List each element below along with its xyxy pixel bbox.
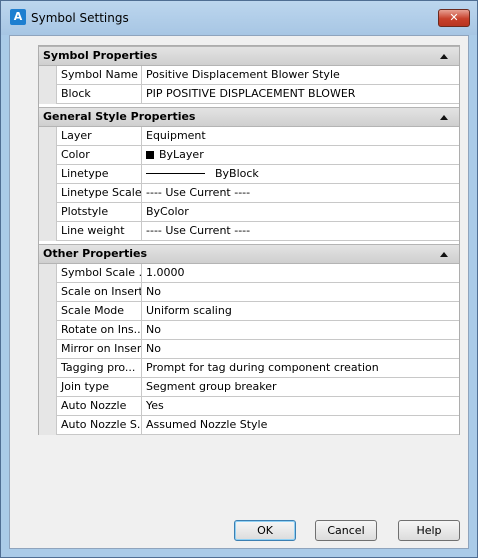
property-name: Linetype [56,165,142,184]
property-row-symbol-scale[interactable]: Symbol Scale ... 1.0000 [39,264,459,283]
close-button[interactable]: ✕ [438,9,470,27]
property-value[interactable]: Assumed Nozzle Style [143,416,457,435]
row-gutter [39,165,56,184]
property-name: Scale Mode [56,302,142,321]
property-name: Linetype Scale [56,184,142,203]
property-row-auto-nozzle[interactable]: Auto Nozzle Yes [39,397,459,416]
property-value[interactable]: Equipment [143,127,457,146]
property-name: Symbol Scale ... [56,264,142,283]
property-value[interactable]: 1.0000 [143,264,457,283]
property-name: Block [56,85,142,104]
collapse-arrow-icon[interactable] [440,252,448,257]
property-row-scale-mode[interactable]: Scale Mode Uniform scaling [39,302,459,321]
row-gutter [39,66,56,85]
property-name: Mirror on Insert [56,340,142,359]
linetype-value-text: ByBlock [215,167,259,180]
row-gutter [39,222,56,241]
row-gutter [39,85,56,104]
row-gutter [39,340,56,359]
property-value[interactable]: ---- Use Current ---- [143,184,457,203]
property-value[interactable]: No [143,321,457,340]
property-name: Color [56,146,142,165]
property-grid: Symbol Properties Symbol Name Positive D… [38,45,460,435]
property-name: Join type [56,378,142,397]
property-value[interactable]: ByBlock [143,165,457,184]
property-name: Rotate on Ins... [56,321,142,340]
property-row-auto-nozzle-style[interactable]: Auto Nozzle S... Assumed Nozzle Style [39,416,459,435]
row-gutter [39,302,56,321]
property-value[interactable]: Positive Displacement Blower Style [143,66,457,85]
property-value[interactable]: Yes [143,397,457,416]
property-row-join-type[interactable]: Join type Segment group breaker [39,378,459,397]
property-row-tagging[interactable]: Tagging pro... Prompt for tag during com… [39,359,459,378]
property-name: Plotstyle [56,203,142,222]
property-name: Tagging pro... [56,359,142,378]
symbol-settings-dialog: A Symbol Settings ✕ Symbol Properties Sy… [0,0,478,558]
property-row-plotstyle[interactable]: Plotstyle ByColor [39,203,459,222]
property-row-block[interactable]: Block PIP POSITIVE DISPLACEMENT BLOWER [39,85,459,104]
property-row-linetype[interactable]: Linetype ByBlock [39,165,459,184]
category-title: Other Properties [43,247,147,260]
property-name: Auto Nozzle [56,397,142,416]
property-row-layer[interactable]: Layer Equipment [39,127,459,146]
row-gutter [39,146,56,165]
property-value[interactable]: ---- Use Current ---- [143,222,457,241]
property-row-symbol-name[interactable]: Symbol Name Positive Displacement Blower… [39,66,459,85]
color-value-text: ByLayer [159,148,204,161]
category-general-style-properties[interactable]: General Style Properties [39,107,459,127]
category-title: Symbol Properties [43,49,158,62]
property-value[interactable]: No [143,340,457,359]
property-row-linetype-scale[interactable]: Linetype Scale ---- Use Current ---- [39,184,459,203]
row-gutter [39,359,56,378]
property-value[interactable]: No [143,283,457,302]
property-value[interactable]: Segment group breaker [143,378,457,397]
ok-button[interactable]: OK [234,520,296,541]
autocad-a-icon: A [10,9,26,25]
property-value[interactable]: ByLayer [143,146,457,165]
row-gutter [39,321,56,340]
title-bar[interactable]: A Symbol Settings ✕ [1,1,477,35]
collapse-arrow-icon[interactable] [440,54,448,59]
property-name: Auto Nozzle S... [56,416,142,435]
row-gutter [39,378,56,397]
category-other-properties[interactable]: Other Properties [39,244,459,264]
property-name: Scale on Insert [56,283,142,302]
category-title: General Style Properties [43,110,196,123]
row-gutter [39,127,56,146]
cancel-button[interactable]: Cancel [315,520,377,541]
row-gutter [39,203,56,222]
property-value[interactable]: PIP POSITIVE DISPLACEMENT BLOWER [143,85,457,104]
property-name: Layer [56,127,142,146]
collapse-arrow-icon[interactable] [440,115,448,120]
property-row-rotate-on-insert[interactable]: Rotate on Ins... No [39,321,459,340]
row-gutter [39,184,56,203]
color-swatch-icon [146,151,154,159]
property-row-line-weight[interactable]: Line weight ---- Use Current ---- [39,222,459,241]
help-button[interactable]: Help [398,520,460,541]
property-row-scale-on-insert[interactable]: Scale on Insert No [39,283,459,302]
property-value[interactable]: Uniform scaling [143,302,457,321]
row-gutter [39,264,56,283]
property-row-mirror-on-insert[interactable]: Mirror on Insert No [39,340,459,359]
linetype-sample-icon [146,173,205,174]
property-value[interactable]: Prompt for tag during component creation [143,359,457,378]
property-row-color[interactable]: Color ByLayer [39,146,459,165]
row-gutter [39,397,56,416]
property-value[interactable]: ByColor [143,203,457,222]
category-symbol-properties[interactable]: Symbol Properties [39,46,459,66]
dialog-title: Symbol Settings [31,11,129,25]
row-gutter [39,283,56,302]
row-gutter [39,416,56,435]
property-name: Line weight [56,222,142,241]
property-name: Symbol Name [56,66,142,85]
